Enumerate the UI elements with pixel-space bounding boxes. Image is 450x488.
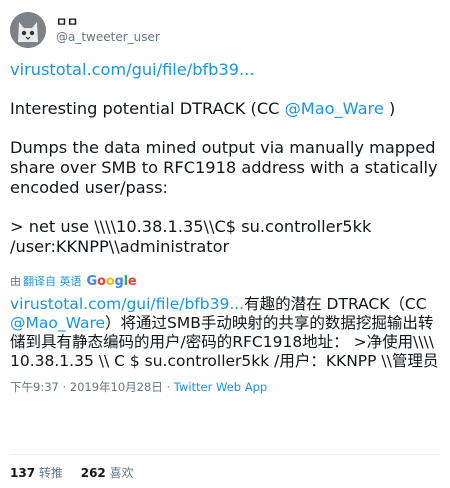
tweet-meta: 下午9:37 · 2019年10月28日 · Twitter Web App — [10, 379, 440, 395]
client-link[interactable]: Twitter Web App — [174, 380, 267, 394]
tweet-link[interactable]: virustotal.com/gui/file/bfb39... — [10, 60, 255, 79]
like-label: 喜欢 — [109, 466, 134, 480]
cat-avatar-icon — [10, 12, 46, 48]
author-names: ㅁㅁ @a_tweeter_user — [56, 15, 160, 45]
retweet-label: 转推 — [38, 466, 63, 480]
tweet-paragraph: Dumps the data mined output via manually… — [10, 138, 438, 197]
divider — [10, 454, 440, 455]
google-letter: e — [127, 273, 137, 289]
translate-link[interactable]: 翻译自 英语 — [23, 273, 82, 289]
retweet-stat[interactable]: 137 转推 — [10, 466, 63, 480]
tweet-paragraph: > net use \\\\10.38.1.35\\C$ su.controll… — [10, 217, 372, 256]
avatar[interactable] — [10, 12, 46, 48]
google-logo: Google — [87, 274, 137, 289]
tweet-card: ㅁㅁ @a_tweeter_user virustotal.com/gui/fi… — [0, 0, 450, 488]
translation-attribution: 由 翻译自 英语 Google — [10, 273, 440, 289]
tweet-paragraph: virustotal.com/gui/file/bfb39... — [10, 60, 440, 80]
google-letter: g — [114, 273, 124, 289]
tweet-text: virustotal.com/gui/file/bfb39... Interes… — [10, 60, 440, 257]
translated-mention-link[interactable]: @Mao_Ware — [10, 314, 105, 332]
tweet-text-segment: ) — [383, 99, 396, 118]
translated-text-segment: 有趣的潜在 DTRACK（CC — [244, 295, 427, 313]
author-display-name[interactable]: ㅁㅁ — [56, 15, 160, 30]
translated-link[interactable]: virustotal.com/gui/file/bfb39... — [10, 295, 244, 313]
like-stat[interactable]: 262 喜欢 — [81, 466, 134, 480]
author-handle[interactable]: @a_tweeter_user — [56, 30, 160, 45]
tweet-text-segment: Interesting potential DTRACK (CC — [10, 99, 285, 118]
google-letter: G — [86, 273, 98, 289]
translated-by-label: 由 — [10, 275, 21, 288]
tweet-stats: 137 转推 262 喜欢 — [10, 464, 148, 481]
timestamp[interactable]: 下午9:37 · 2019年10月28日 · — [10, 380, 174, 394]
tweet-header: ㅁㅁ @a_tweeter_user — [10, 10, 440, 50]
mention-link[interactable]: @Mao_Ware — [285, 99, 384, 118]
tweet-paragraph: Interesting potential DTRACK (CC @Mao_Wa… — [10, 99, 440, 119]
translated-text: virustotal.com/gui/file/bfb39...有趣的潜在 DT… — [10, 295, 440, 371]
retweet-count: 137 — [10, 466, 36, 480]
google-letter: o — [96, 273, 106, 289]
like-count: 262 — [80, 466, 106, 480]
